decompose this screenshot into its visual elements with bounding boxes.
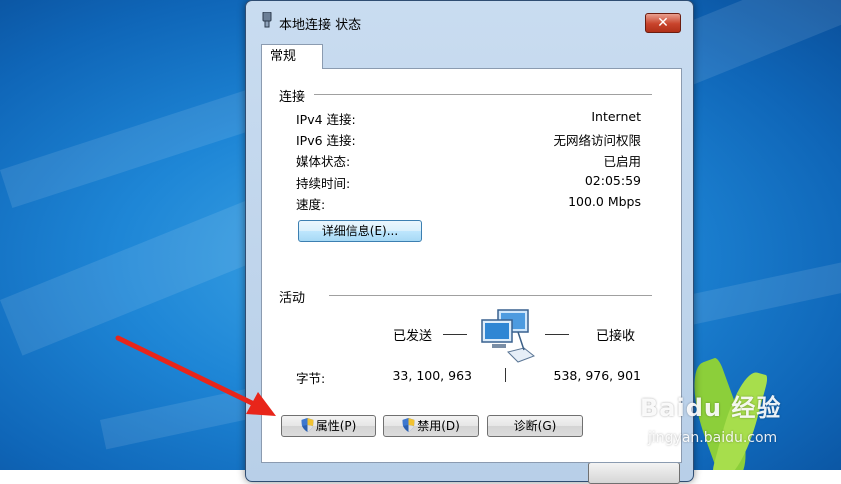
- properties-label: 属性(P): [315, 419, 357, 433]
- window-title: 本地连接 状态: [279, 18, 362, 33]
- diagnose-button[interactable]: 诊断(G): [487, 415, 583, 437]
- disable-label: 禁用(D): [417, 419, 460, 433]
- duration-value: 02:05:59: [584, 173, 641, 188]
- ipv4-label: IPv4 连接:: [296, 112, 356, 127]
- bytes-divider: [505, 368, 506, 382]
- received-dash: [545, 334, 569, 335]
- speed-value: 100.0 Mbps: [568, 194, 641, 209]
- bytes-sent-value: 33, 100, 963: [392, 368, 472, 383]
- media-state-label: 媒体状态:: [296, 154, 351, 169]
- sent-dash: [443, 334, 467, 335]
- ipv6-value: 无网络访问权限: [553, 133, 641, 148]
- title-bar[interactable]: 本地连接 状态 ✕: [246, 1, 693, 41]
- bytes-label: 字节:: [296, 371, 326, 386]
- network-computers-icon: [478, 308, 542, 366]
- close-dialog-button[interactable]: [588, 462, 680, 484]
- details-button[interactable]: 详细信息(E)...: [298, 220, 422, 242]
- speed-label: 速度:: [296, 197, 326, 212]
- ipv4-value: Internet: [591, 109, 641, 124]
- watermark-logo: Baidu 经验: [640, 394, 782, 422]
- sent-label: 已发送: [393, 329, 433, 344]
- activity-heading: 活动: [279, 291, 306, 306]
- ipv6-label: IPv6 连接:: [296, 133, 356, 148]
- uac-shield-icon: [301, 418, 314, 432]
- close-icon: ✕: [657, 15, 669, 31]
- connection-heading: 连接: [279, 90, 306, 105]
- uac-shield-icon: [402, 418, 415, 432]
- duration-label: 持续时间:: [296, 176, 351, 191]
- connection-divider: [314, 94, 652, 96]
- disable-button[interactable]: 禁用(D): [383, 415, 479, 437]
- bytes-received-value: 538, 976, 901: [553, 368, 641, 383]
- media-state-value: 已启用: [603, 154, 641, 169]
- close-button[interactable]: ✕: [645, 13, 681, 33]
- tab-general[interactable]: 常规: [261, 44, 323, 69]
- received-label: 已接收: [596, 329, 636, 344]
- properties-button[interactable]: 属性(P): [281, 415, 376, 437]
- watermark-url: jingyan.baidu.com: [648, 430, 778, 446]
- activity-divider: [329, 295, 652, 297]
- network-adapter-icon: [261, 11, 273, 28]
